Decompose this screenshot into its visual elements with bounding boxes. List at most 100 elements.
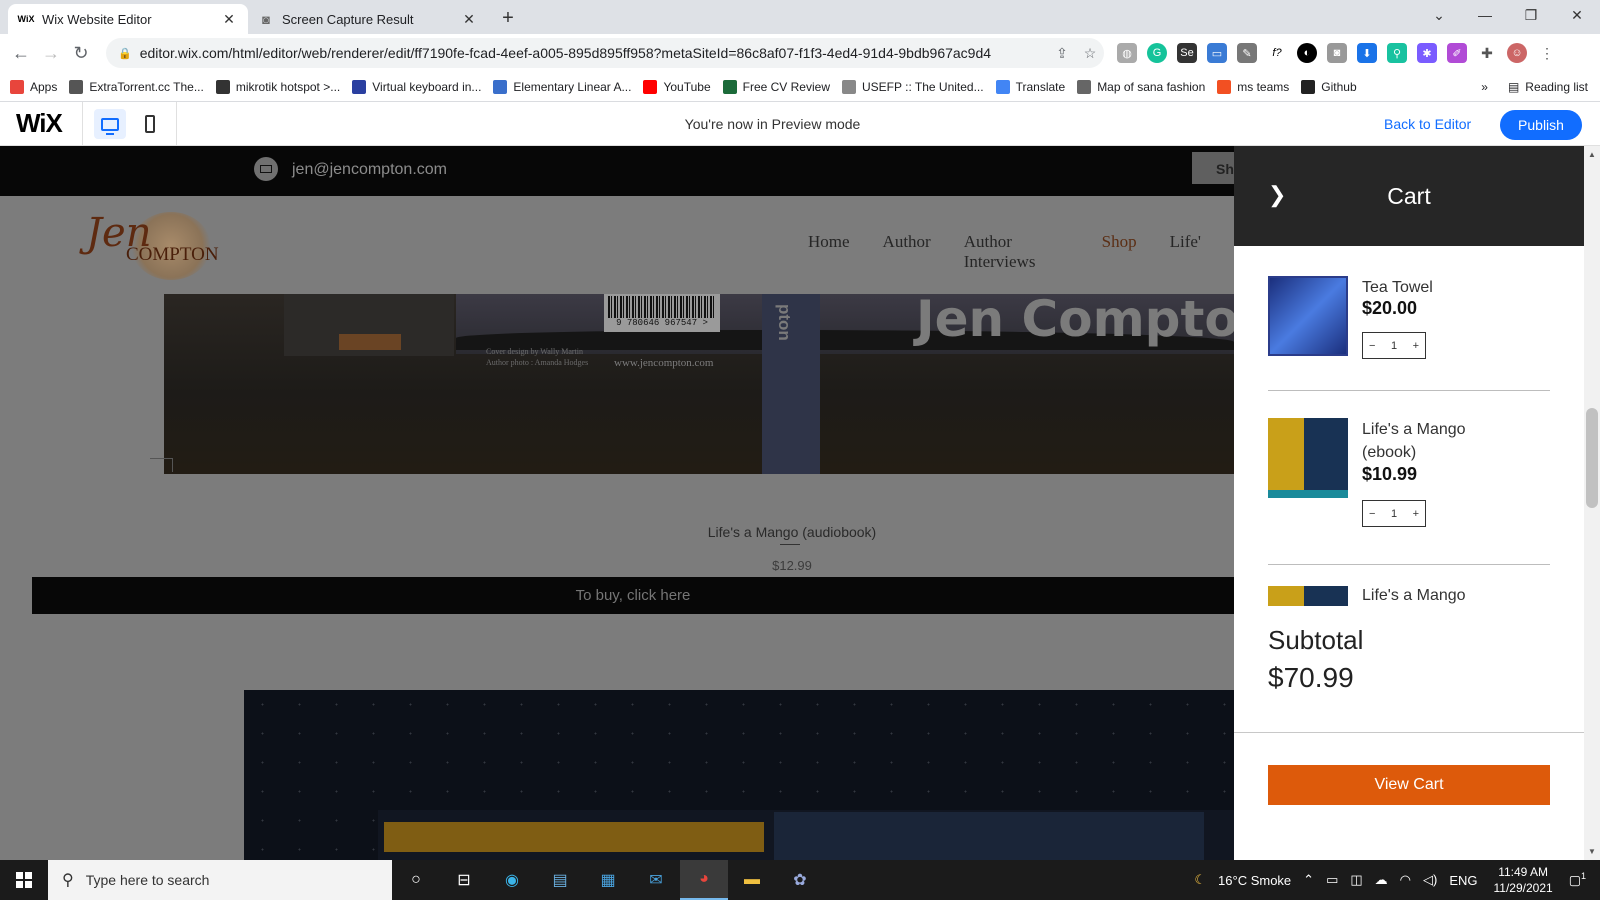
ebook-thumbnail[interactable] <box>1268 418 1348 498</box>
globe-extension-icon[interactable]: ◍ <box>1117 43 1137 63</box>
site-email[interactable]: jen@jencompton.com <box>292 161 447 179</box>
decrement-button[interactable]: − <box>1369 340 1375 352</box>
minimize-button[interactable]: — <box>1462 0 1508 30</box>
start-button[interactable] <box>0 860 48 900</box>
notification-icon[interactable]: ▢1 <box>1569 871 1586 888</box>
bookmark-item[interactable]: YouTube <box>643 79 711 94</box>
bookmark-item[interactable]: Virtual keyboard in... <box>352 79 481 94</box>
shop-button[interactable]: Sh <box>1192 152 1234 184</box>
cart-item-name[interactable]: Life's a Mango (ebook) <box>1362 418 1492 464</box>
paint-icon[interactable]: ✿ <box>776 860 824 900</box>
back-icon[interactable]: ← <box>6 43 36 64</box>
nav-lifes[interactable]: Life' <box>1170 232 1201 272</box>
item-divider <box>1268 390 1550 391</box>
taskbar-search[interactable]: ⚲ Type here to search <box>48 860 392 900</box>
pin-extension-icon[interactable]: ⚲ <box>1387 43 1407 63</box>
nav-author[interactable]: Author <box>883 232 931 272</box>
weather-icon[interactable]: ☾ <box>1194 872 1206 888</box>
eyedropper-icon[interactable]: ✎ <box>1237 43 1257 63</box>
formula-icon[interactable]: f? <box>1267 43 1287 63</box>
scroll-up-icon[interactable]: ▲ <box>1588 150 1596 159</box>
store-icon[interactable]: ▦ <box>584 860 632 900</box>
quantity-stepper[interactable]: − 1 + <box>1362 500 1426 527</box>
download-icon[interactable]: ⬇ <box>1357 43 1377 63</box>
task-view-icon[interactable]: ⊟ <box>440 860 488 900</box>
language-indicator[interactable]: ENG <box>1449 873 1477 888</box>
bookmark-item[interactable]: Free CV Review <box>722 79 830 94</box>
reload-icon[interactable]: ↻ <box>66 43 96 64</box>
book-thumbnail[interactable] <box>1268 586 1348 606</box>
cortana-icon[interactable]: ○ <box>392 860 440 900</box>
quantity-stepper[interactable]: − 1 + <box>1362 332 1426 359</box>
buy-button[interactable]: To buy, click here <box>32 577 1234 614</box>
tea-towel-thumbnail[interactable] <box>1268 276 1348 356</box>
search-icon: ⚲ <box>62 872 74 889</box>
close-window-button[interactable]: ✕ <box>1554 0 1600 30</box>
increment-button[interactable]: + <box>1413 340 1419 352</box>
cart-item-name[interactable]: Tea Towel <box>1362 276 1492 299</box>
new-tab-button[interactable]: + <box>494 4 522 32</box>
meet-icon[interactable]: ◫ <box>1350 872 1362 888</box>
selenium-icon[interactable]: Se <box>1177 43 1197 63</box>
camera-extension-icon[interactable]: ◙ <box>1327 43 1347 63</box>
edge-icon[interactable]: ◉ <box>488 860 536 900</box>
bookmark-label: mikrotik hotspot >... <box>235 79 341 94</box>
bookmark-item[interactable]: mikrotik hotspot >... <box>215 79 341 94</box>
weather-text[interactable]: 16°C Smoke <box>1218 873 1291 888</box>
onedrive-icon[interactable]: ☁ <box>1375 872 1388 888</box>
nav-shop[interactable]: Shop <box>1102 232 1137 272</box>
increment-button[interactable]: + <box>1413 508 1419 520</box>
file-explorer-icon[interactable]: ▬ <box>728 860 776 900</box>
grammarly-icon[interactable]: G <box>1147 43 1167 63</box>
profile-avatar[interactable]: ☺ <box>1507 43 1527 63</box>
pen-extension-icon[interactable]: ✐ <box>1447 43 1467 63</box>
bookmark-item[interactable]: Translate <box>995 79 1065 94</box>
chevron-up-icon[interactable]: ⌃ <box>1303 872 1314 888</box>
puzzle-extensions-icon[interactable]: ✚ <box>1477 43 1497 63</box>
close-tab-icon[interactable]: ✕ <box>220 11 238 28</box>
bookmark-item[interactable]: Map of sana fashion <box>1077 79 1205 94</box>
dark-reader-icon[interactable]: ◐ <box>1297 43 1317 63</box>
battery-icon[interactable]: ▭ <box>1326 872 1338 888</box>
mail-app-icon[interactable]: ✉ <box>632 860 680 900</box>
cart-header: ❯ Cart <box>1234 146 1584 246</box>
scroll-down-icon[interactable]: ▼ <box>1588 847 1596 856</box>
clock-time: 11:49 AM <box>1498 865 1548 879</box>
app-icon[interactable]: ▤ <box>536 860 584 900</box>
star-icon[interactable]: ☆ <box>1076 45 1104 62</box>
share-icon[interactable]: ⇪ <box>1048 45 1076 62</box>
forward-icon[interactable]: → <box>36 43 66 64</box>
bookmark-item[interactable]: Apps <box>10 79 57 94</box>
restore-button[interactable]: ❐ <box>1508 0 1554 30</box>
decrement-button[interactable]: − <box>1369 508 1375 520</box>
tab-wix-editor[interactable]: WiX Wix Website Editor ✕ <box>8 4 248 34</box>
cart-item-name[interactable]: Life's a Mango <box>1362 586 1492 606</box>
bookmark-item[interactable]: ExtraTorrent.cc The... <box>69 79 204 94</box>
tab-search-icon[interactable]: ⌄ <box>1416 0 1462 30</box>
product-title[interactable]: Life's a Mango (audiobook) <box>0 524 1234 540</box>
bookmark-item[interactable]: Github <box>1301 79 1357 94</box>
chrome-icon[interactable]: ◕ <box>680 860 728 900</box>
wifi-icon[interactable]: ◠ <box>1400 872 1411 888</box>
publish-button[interactable]: Publish <box>1500 110 1582 140</box>
close-tab-icon[interactable]: ✕ <box>460 11 478 28</box>
site-logo[interactable]: Jen COMPTON <box>86 204 236 284</box>
bookmarks-overflow-button[interactable]: » <box>1481 80 1488 94</box>
reading-list-button[interactable]: Reading list <box>1525 80 1588 94</box>
scrollbar-thumb[interactable] <box>1586 408 1598 508</box>
screen-extension-icon[interactable]: ▭ <box>1207 43 1227 63</box>
bookmark-item[interactable]: ms teams <box>1217 79 1289 94</box>
tab-screen-capture[interactable]: ◙ Screen Capture Result ✕ <box>248 4 488 34</box>
view-cart-button[interactable]: View Cart <box>1268 765 1550 805</box>
nav-author-interviews[interactable]: Author Interviews <box>964 232 1069 272</box>
page-scrollbar[interactable]: ▲ ▼ <box>1584 146 1600 860</box>
nav-home[interactable]: Home <box>808 232 850 272</box>
clock[interactable]: 11:49 AM 11/29/2021 <box>1494 864 1553 896</box>
bookmark-item[interactable]: USEFP :: The United... <box>841 79 984 94</box>
address-bar[interactable]: 🔒 editor.wix.com/html/editor/web/rendere… <box>106 38 1104 68</box>
browser-menu-icon[interactable]: ⋮ <box>1537 43 1557 63</box>
back-to-editor-link[interactable]: Back to Editor <box>1384 116 1471 132</box>
volume-icon[interactable]: ◁) <box>1423 872 1437 888</box>
color-extension-icon[interactable]: ✱ <box>1417 43 1437 63</box>
bookmark-item[interactable]: Elementary Linear A... <box>493 79 631 94</box>
